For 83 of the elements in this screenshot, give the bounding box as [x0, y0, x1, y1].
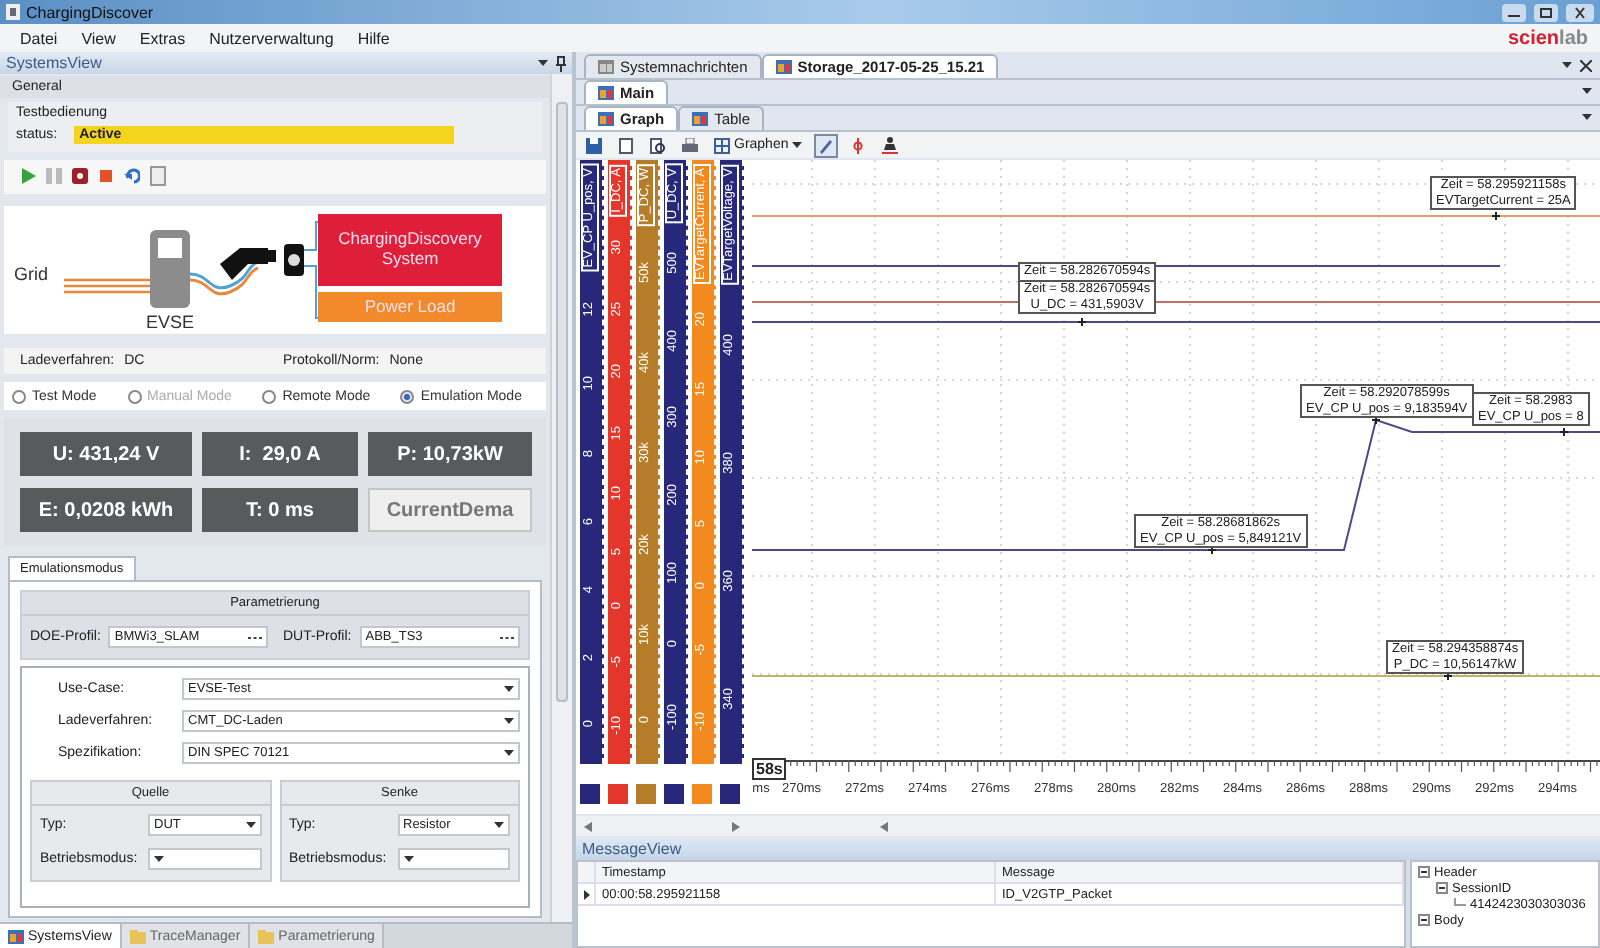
minimize-icon[interactable]: [1502, 3, 1526, 21]
folder-icon: [258, 929, 275, 943]
collapse-icon[interactable]: [1436, 882, 1448, 894]
reading-tile: E: 0,0208 kWh: [20, 488, 192, 532]
caret-down-icon: [403, 855, 413, 863]
stop-icon: [98, 167, 114, 183]
time-origin: 58s: [752, 758, 787, 781]
reading-tile: P: 10,73kW: [368, 432, 532, 476]
caret-down-icon: [504, 685, 514, 693]
window-icon: [775, 60, 792, 74]
toolbar-button[interactable]: [614, 133, 638, 157]
scroll-left-icon: [584, 821, 592, 831]
reading-tile: U: 431,24 V: [20, 432, 192, 476]
panel-title: SystemsView: [6, 54, 102, 72]
caret-down-icon: [1582, 88, 1592, 96]
legend-swatch: [720, 784, 740, 804]
current-demand-button[interactable]: CurrentDema: [368, 488, 532, 532]
panel-title: MessageView: [582, 840, 682, 858]
caret-down-icon: [1562, 61, 1572, 69]
caret-down-icon: [504, 717, 514, 725]
weight-icon: [882, 136, 899, 154]
load-block: Power Load: [318, 292, 502, 322]
caret-down-icon: [154, 855, 164, 863]
caret-down-icon: [504, 749, 514, 757]
scroll-left-icon: [880, 821, 888, 831]
brand-logo: scienlab: [1507, 27, 1590, 49]
close-icon[interactable]: [1566, 3, 1594, 21]
marker-icon: [850, 137, 867, 153]
reading-tile: I: 29,0 A: [202, 432, 358, 476]
record-icon: [72, 167, 88, 183]
dropdown-field[interactable]: [148, 848, 261, 870]
play-icon: [20, 167, 36, 183]
dropdown-field[interactable]: [397, 848, 510, 870]
close-icon[interactable]: [1580, 59, 1592, 71]
app-icon: [6, 4, 20, 20]
diagram-label: EVSE: [146, 312, 195, 332]
window-icon: [8, 929, 24, 943]
collapse-icon[interactable]: [1418, 914, 1430, 926]
caret-down-icon: [538, 59, 548, 67]
horizontal-scrollbar[interactable]: [576, 816, 1600, 836]
legend-swatch: [608, 784, 628, 804]
legend-swatch: [580, 784, 600, 804]
save-icon: [586, 137, 602, 153]
toolbar-button[interactable]: [646, 133, 670, 157]
window-icon: [692, 112, 709, 126]
caret-down-icon: [245, 821, 255, 829]
window-icon: [598, 86, 614, 100]
system-block: ChargingDiscovery System: [318, 214, 502, 286]
window-title: ChargingDiscover: [26, 3, 154, 21]
preview-icon: [650, 137, 666, 153]
reading-tile: T: 0 ms: [202, 488, 358, 532]
window-icon: [598, 112, 614, 126]
legend-swatch: [636, 784, 656, 804]
menu-item[interactable]: Extras: [127, 29, 198, 47]
scroll-right-icon: [732, 821, 740, 831]
page-icon: [618, 137, 634, 153]
maximize-icon[interactable]: [1534, 3, 1558, 21]
caret-down-icon: [1582, 114, 1592, 122]
row-pointer-icon: [584, 889, 590, 899]
undo-icon: [124, 167, 140, 183]
tree-connector-icon: [1454, 898, 1466, 910]
toolbar-button[interactable]: [582, 133, 606, 157]
pin-icon[interactable]: [556, 55, 566, 71]
window-icon: [598, 60, 614, 74]
cursor-icon: [818, 137, 835, 153]
menu-item[interactable]: Hilfe: [345, 29, 402, 47]
folder-icon: [129, 929, 146, 943]
menu-item[interactable]: Nutzerverwaltung: [197, 29, 346, 47]
caret-down-icon: [792, 141, 803, 149]
collapse-icon[interactable]: [1418, 866, 1430, 878]
pause-icon: [46, 167, 62, 183]
menu-item[interactable]: Datei: [8, 29, 70, 47]
toolbar-button[interactable]: [678, 133, 702, 157]
legend-swatch: [664, 784, 684, 804]
diagram-label: Grid: [14, 264, 49, 284]
caret-down-icon: [494, 821, 504, 829]
document-icon: [150, 165, 166, 185]
grid-icon: [714, 137, 730, 153]
print-icon: [682, 137, 698, 153]
vertical-scrollbar[interactable]: [550, 74, 572, 922]
legend-swatch: [692, 784, 712, 804]
menu-item[interactable]: View: [69, 29, 128, 47]
toolbar-button[interactable]: [878, 133, 903, 157]
